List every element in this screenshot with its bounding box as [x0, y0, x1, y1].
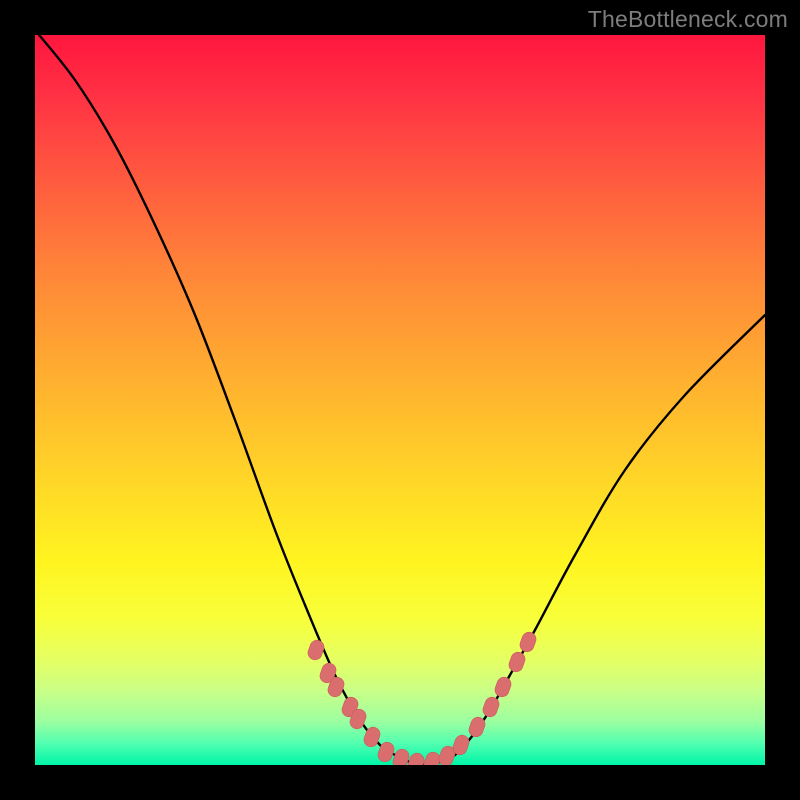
plot-area [35, 35, 765, 765]
curve-marker [518, 630, 538, 654]
curve-marker [507, 650, 527, 674]
watermark-text: TheBottleneck.com [588, 6, 788, 33]
bottleneck-curve-svg [35, 35, 765, 765]
curve-marker [493, 675, 513, 699]
curve-markers [306, 630, 538, 765]
bottleneck-curve-path [35, 35, 765, 765]
curve-marker [306, 638, 326, 662]
chart-frame: TheBottleneck.com [0, 0, 800, 800]
